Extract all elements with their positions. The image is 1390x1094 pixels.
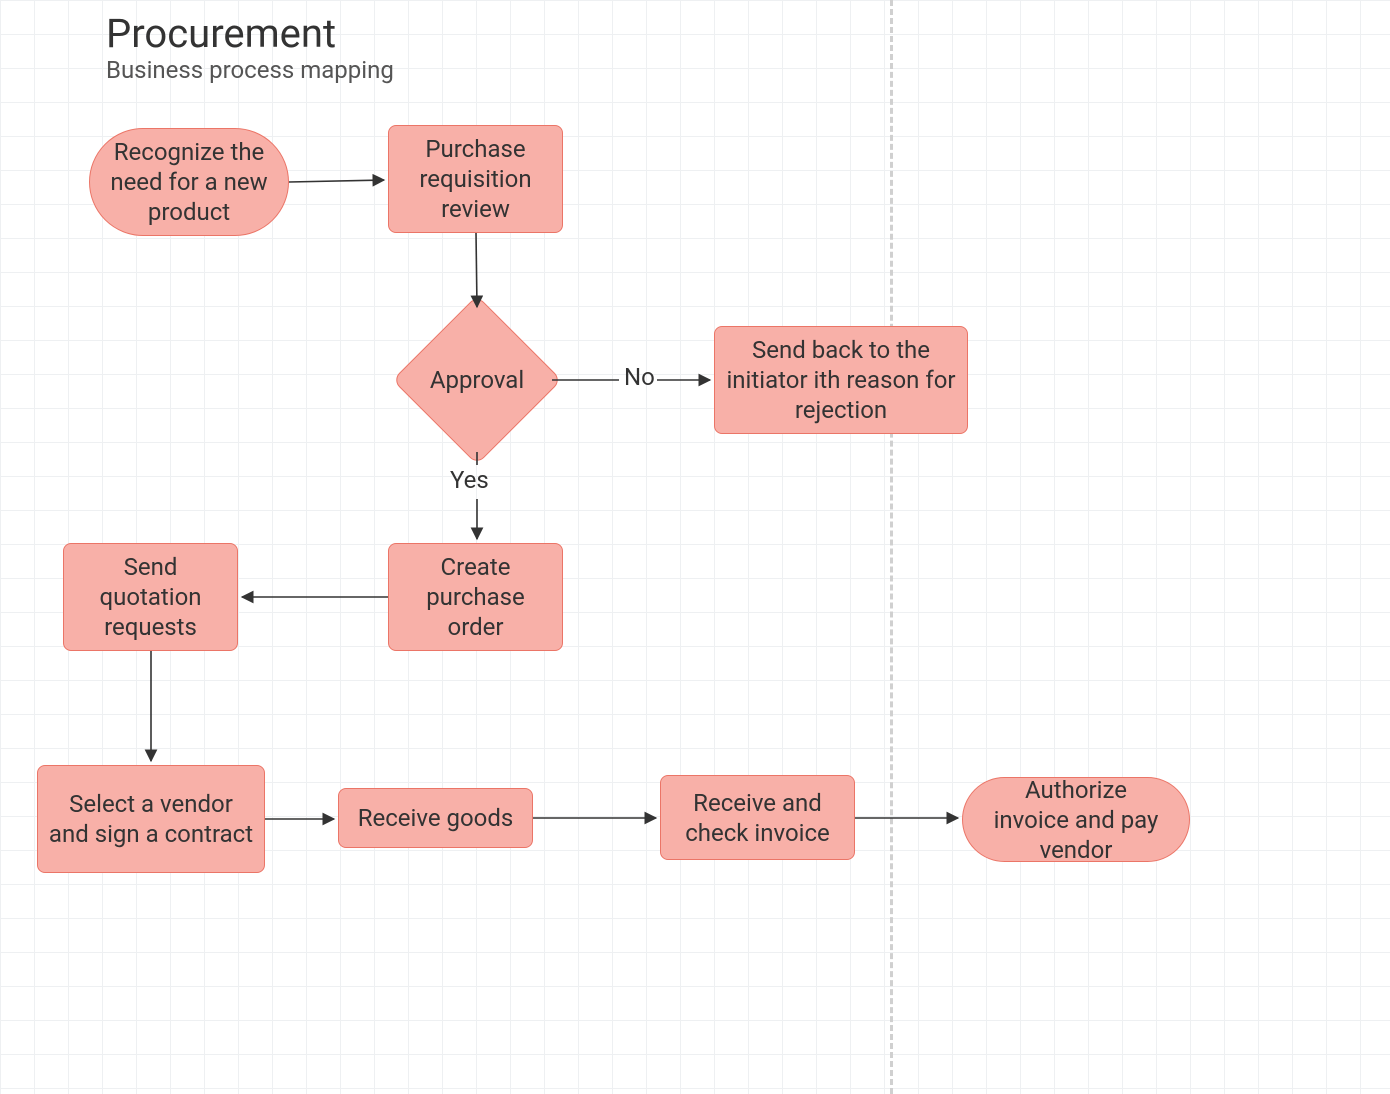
node-label: Approval [417,320,537,440]
node-label: Recognize the need for a new product [100,137,278,227]
node-send-back-rejection[interactable]: Send back to the initiator ith reason fo… [714,326,968,434]
node-receive-check-invoice[interactable]: Receive and check invoice [660,775,855,860]
node-send-quotation-requests[interactable]: Send quotation requests [63,543,238,651]
edge-label-no: No [624,363,655,391]
diagram-title: Procurement [106,10,336,57]
node-label: Select a vendor and sign a contract [48,789,254,849]
node-create-purchase-order[interactable]: Create purchase order [388,543,563,651]
node-approval-decision[interactable]: Approval [417,320,537,440]
node-receive-goods[interactable]: Receive goods [338,788,533,848]
diagram-subtitle: Business process mapping [106,56,394,84]
node-label: Receive goods [358,803,514,833]
page-break-line [890,0,893,1094]
node-label: Authorize invoice and pay vendor [989,775,1163,865]
node-label: Send back to the initiator ith reason fo… [725,335,957,425]
node-label: Send quotation requests [74,552,227,642]
node-authorize-pay-vendor[interactable]: Authorize invoice and pay vendor [962,777,1190,862]
node-purchase-requisition-review[interactable]: Purchase requisition review [388,125,563,233]
edge-label-yes: Yes [450,466,489,494]
node-label: Receive and check invoice [671,788,844,848]
node-label: Create purchase order [399,552,552,642]
node-label: Purchase requisition review [399,134,552,224]
node-recognize-need[interactable]: Recognize the need for a new product [89,128,289,236]
node-select-vendor[interactable]: Select a vendor and sign a contract [37,765,265,873]
